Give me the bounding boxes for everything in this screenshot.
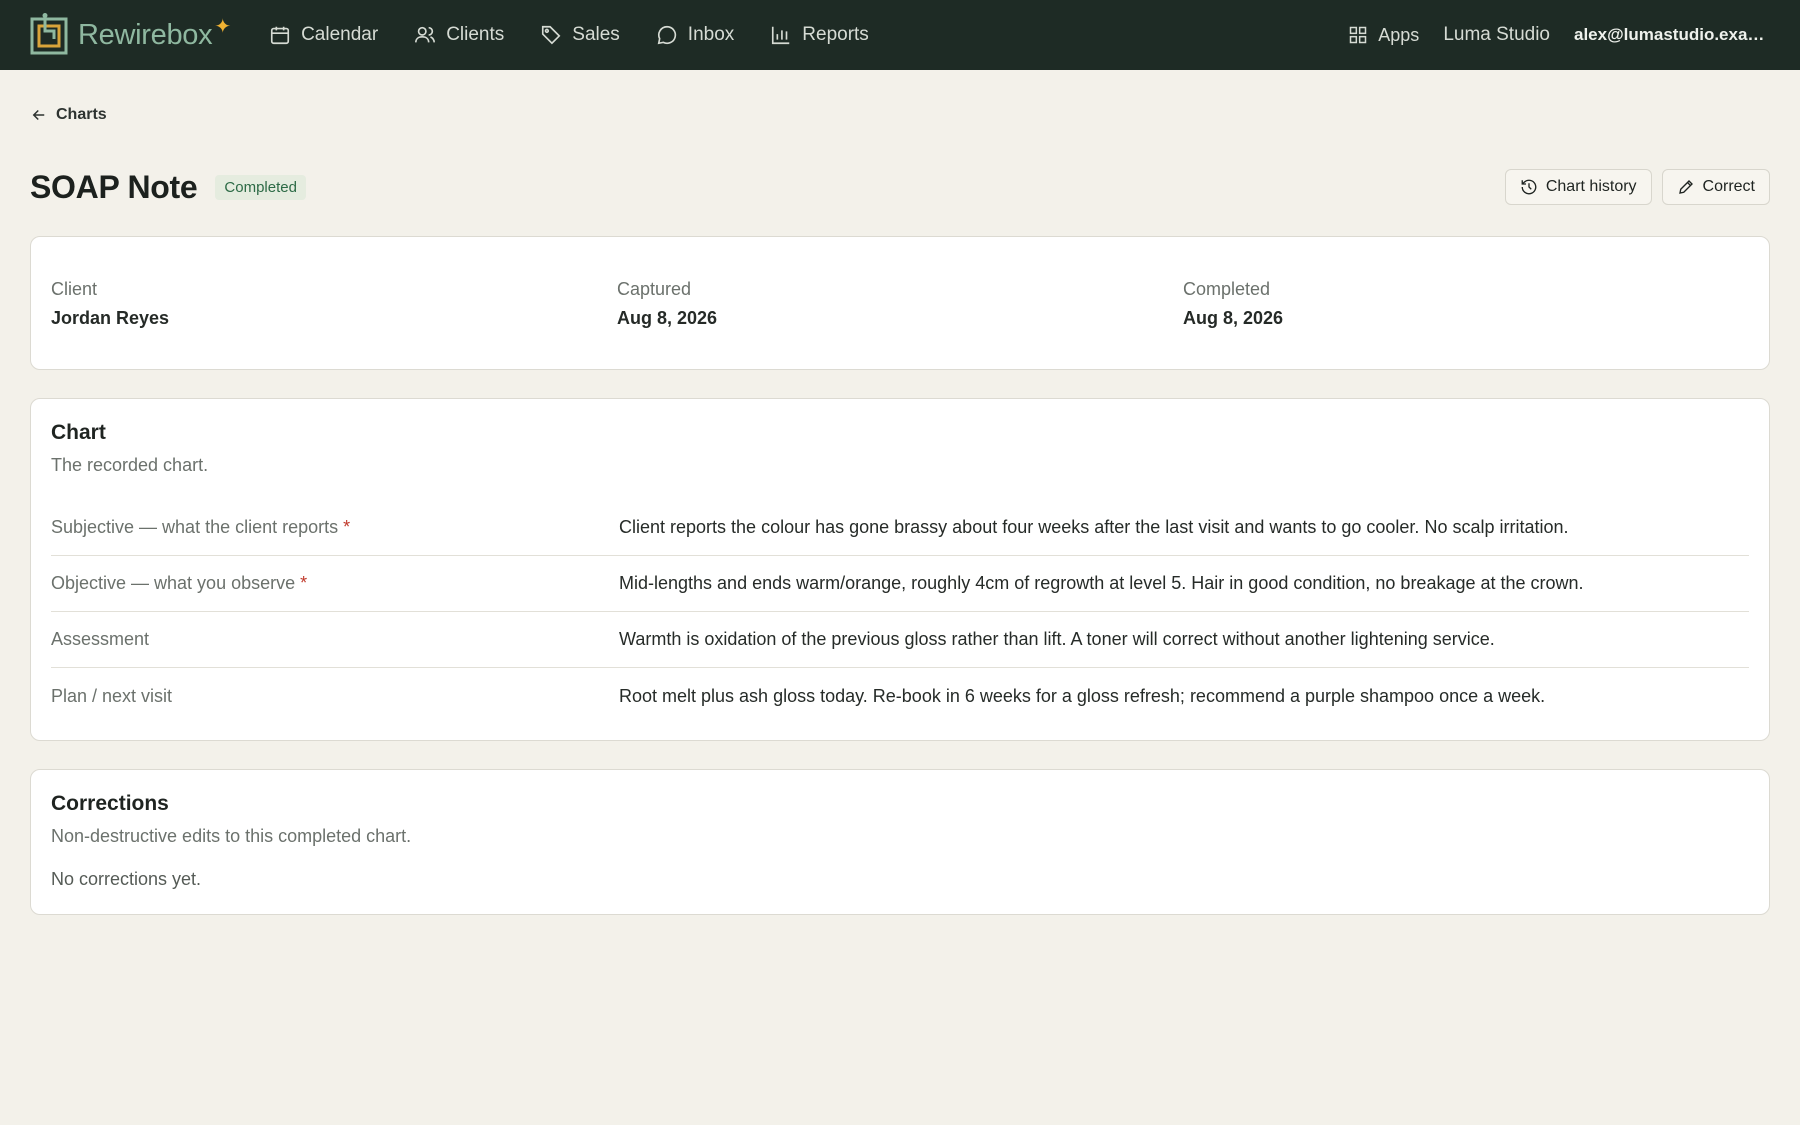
main-nav: Calendar Clients Sales Inbox Reports bbox=[269, 24, 869, 46]
calendar-icon bbox=[271, 26, 290, 45]
chat-bubble-icon bbox=[657, 25, 676, 45]
nav-reports-label: Reports bbox=[802, 24, 869, 45]
grid-icon bbox=[1350, 26, 1367, 44]
page-content: Charts SOAP Note Completed Chart history… bbox=[0, 106, 1800, 915]
corrections-title: Corrections bbox=[51, 792, 169, 815]
field-row-plan: Plan / next visit Root melt plus ash glo… bbox=[51, 668, 1749, 724]
field-value: Client reports the colour has gone brass… bbox=[619, 517, 1569, 537]
nav-sales[interactable]: Sales bbox=[540, 24, 620, 46]
correct-label: Correct bbox=[1702, 178, 1755, 195]
nav-inbox-label: Inbox bbox=[687, 24, 735, 45]
title-actions: Chart history Correct bbox=[1504, 169, 1770, 205]
required-marker: * bbox=[343, 517, 351, 537]
top-right: Apps Luma Studio alex@lumastudio.exam... bbox=[1348, 24, 1770, 46]
chart-history-label: Chart history bbox=[1545, 178, 1637, 195]
status-badge: Completed bbox=[215, 174, 306, 200]
nav-clients[interactable]: Clients bbox=[414, 24, 504, 46]
apps-button[interactable]: Apps bbox=[1348, 25, 1419, 46]
field-label: Assessment bbox=[51, 629, 619, 650]
nav-inbox[interactable]: Inbox bbox=[656, 24, 734, 46]
nav-reports[interactable]: Reports bbox=[770, 24, 869, 46]
chart-card-subtitle: The recorded chart. bbox=[51, 455, 209, 475]
field-label: Plan / next visit bbox=[51, 686, 619, 707]
bar-chart-icon bbox=[772, 26, 790, 45]
field-value: Root melt plus ash gloss today. Re-book … bbox=[619, 685, 1546, 706]
corrections-empty-state: No corrections yet. bbox=[51, 869, 202, 889]
meta-value: Jordan Reyes bbox=[51, 308, 170, 328]
apps-label: Apps bbox=[1378, 24, 1420, 45]
field-row-subjective: Subjective — what the client reports * C… bbox=[51, 500, 1749, 556]
user-email[interactable]: alex@lumastudio.exam... bbox=[1574, 25, 1770, 45]
top-nav: Rewirebox ✦ Calendar Clients Sales Inbox… bbox=[0, 0, 1800, 70]
meta-captured: Captured Aug 8, 2026 bbox=[617, 279, 1183, 369]
tag-icon bbox=[542, 25, 561, 45]
chart-card: Chart The recorded chart. Subjective — w… bbox=[30, 398, 1770, 741]
correct-button[interactable]: Correct bbox=[1661, 169, 1770, 205]
field-label: Subjective — what the client reports * bbox=[51, 517, 619, 538]
nav-sales-label: Sales bbox=[572, 24, 620, 45]
meta-label: Completed bbox=[1183, 279, 1271, 299]
page-title: SOAP Note bbox=[30, 168, 198, 205]
meta-card: Client Jordan Reyes Captured Aug 8, 2026… bbox=[30, 236, 1770, 370]
field-value: Mid-lengths and ends warm/orange, roughl… bbox=[619, 573, 1584, 593]
brand[interactable]: Rewirebox ✦ bbox=[30, 13, 231, 57]
meta-client: Client Jordan Reyes bbox=[51, 279, 617, 369]
meta-completed: Completed Aug 8, 2026 bbox=[1183, 279, 1749, 369]
nav-calendar[interactable]: Calendar bbox=[269, 24, 378, 46]
field-label-text: Plan / next visit bbox=[51, 685, 173, 706]
field-row-objective: Objective — what you observe * Mid-lengt… bbox=[51, 556, 1749, 612]
nav-clients-label: Clients bbox=[446, 24, 505, 45]
users-icon bbox=[415, 26, 436, 43]
field-label-text: Subjective — what the client reports bbox=[51, 517, 339, 537]
back-link[interactable]: Charts bbox=[30, 106, 107, 124]
field-value: Warmth is oxidation of the previous glos… bbox=[619, 629, 1495, 649]
nav-calendar-label: Calendar bbox=[301, 24, 379, 45]
corrections-subtitle: Non-destructive edits to this completed … bbox=[51, 826, 412, 846]
field-row-assessment: Assessment Warmth is oxidation of the pr… bbox=[51, 612, 1749, 668]
history-icon bbox=[1521, 179, 1537, 195]
back-link-label: Charts bbox=[56, 106, 107, 123]
sparkle-icon: ✦ bbox=[214, 15, 232, 38]
field-label-text: Objective — what you observe bbox=[51, 573, 296, 593]
title-row: SOAP Note Completed Chart history Correc… bbox=[30, 164, 1770, 210]
chart-card-title: Chart bbox=[51, 421, 106, 444]
corrections-card: Corrections Non-destructive edits to thi… bbox=[30, 769, 1770, 915]
brand-name: Rewirebox bbox=[78, 18, 213, 51]
required-marker: * bbox=[300, 573, 308, 593]
studio-switcher[interactable]: Luma Studio bbox=[1443, 24, 1550, 46]
arrow-left-icon bbox=[32, 109, 45, 121]
meta-label: Client bbox=[51, 279, 98, 299]
meta-label: Captured bbox=[617, 279, 692, 299]
meta-value: Aug 8, 2026 bbox=[617, 308, 718, 328]
chart-fields: Subjective — what the client reports * C… bbox=[51, 500, 1749, 724]
field-label-text: Assessment bbox=[51, 629, 150, 649]
meta-value: Aug 8, 2026 bbox=[1183, 308, 1284, 328]
brand-logo-icon bbox=[30, 13, 68, 55]
chart-history-button[interactable]: Chart history bbox=[1504, 169, 1652, 205]
pencil-icon bbox=[1678, 180, 1693, 194]
field-label: Objective — what you observe * bbox=[51, 573, 619, 594]
